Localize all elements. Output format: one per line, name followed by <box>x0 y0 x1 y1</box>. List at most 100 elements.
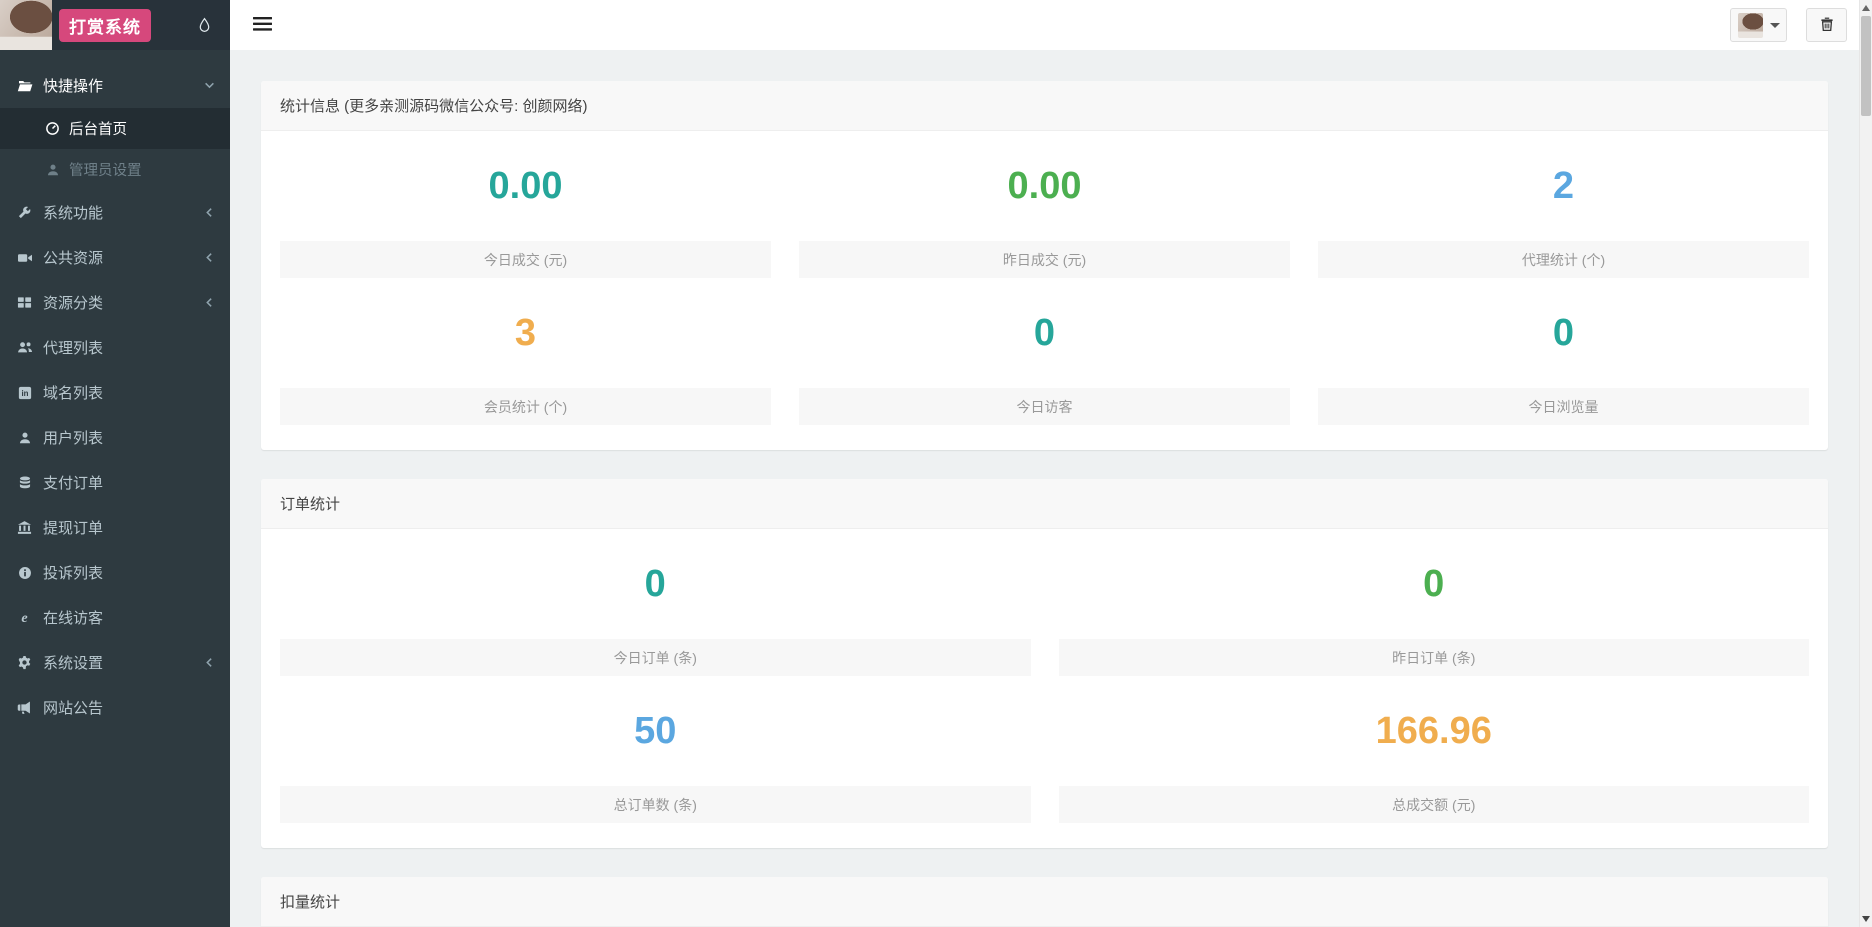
gear-icon <box>15 655 34 671</box>
stat-value: 3 <box>280 278 771 388</box>
sidebar-item-label: 管理员设置 <box>69 159 142 180</box>
sidebar-item-label: 用户列表 <box>43 427 103 448</box>
sidebar-item-online-visitors[interactable]: e 在线访客 <box>0 595 230 640</box>
user-menu-button[interactable] <box>1730 8 1787 42</box>
scroll-up-arrow[interactable] <box>1862 5 1870 11</box>
sidebar-item-label: 提现订单 <box>43 517 103 538</box>
sidebar-item-system-functions[interactable]: 系统功能 <box>0 190 230 235</box>
sidebar-item-payment-orders[interactable]: 支付订单 <box>0 460 230 505</box>
bank-icon <box>15 520 34 536</box>
stat-value: 0 <box>280 529 1031 639</box>
sidebar-item-label: 代理列表 <box>43 337 103 358</box>
stat-cell-agent-count: 2 代理统计 (个) <box>1318 131 1809 278</box>
vertical-scrollbar[interactable] <box>1859 0 1872 927</box>
order-statistics-card: 订单统计 0 今日订单 (条) 0 昨日订单 (条) 50 总订单数 (条) <box>261 479 1828 848</box>
sidebar-item-label: 在线访客 <box>43 607 103 628</box>
sidebar-item-withdrawal-orders[interactable]: 提现订单 <box>0 505 230 550</box>
order-statistics-grid: 0 今日订单 (条) 0 昨日订单 (条) 50 总订单数 (条) 166.96… <box>261 529 1828 848</box>
stat-value: 0 <box>1318 278 1809 388</box>
app-window: 打赏系统 快捷操作 后台首页 管理员设置 <box>0 0 1872 927</box>
sidebar-item-user-list[interactable]: 用户列表 <box>0 415 230 460</box>
sidebar-item-label: 公共资源 <box>43 247 103 268</box>
wrench-icon <box>15 205 34 221</box>
main-area: 统计信息 (更多亲测源码微信公众号: 创颜网络) 0.00 今日成交 (元) 0… <box>230 0 1859 927</box>
water-drop-icon[interactable] <box>198 17 211 34</box>
stat-label: 今日访客 <box>799 388 1290 425</box>
content-area: 统计信息 (更多亲测源码微信公众号: 创颜网络) 0.00 今日成交 (元) 0… <box>230 50 1859 927</box>
order-statistics-card-title: 订单统计 <box>261 479 1828 529</box>
chevron-left-icon <box>204 297 215 308</box>
stat-label: 总订单数 (条) <box>280 786 1031 823</box>
chevron-left-icon <box>204 657 215 668</box>
stat-cell-today-visitors: 0 今日访客 <box>799 278 1290 425</box>
stat-label: 昨日订单 (条) <box>1059 639 1810 676</box>
stat-value: 2 <box>1318 131 1809 241</box>
stat-label: 昨日成交 (元) <box>799 241 1290 278</box>
deduction-statistics-card-title: 扣量统计 <box>261 877 1828 927</box>
stat-label: 代理统计 (个) <box>1318 241 1809 278</box>
sidebar-item-label: 投诉列表 <box>43 562 103 583</box>
sidebar-item-public-resources[interactable]: 公共资源 <box>0 235 230 280</box>
sidebar-item-dashboard[interactable]: 后台首页 <box>0 108 230 149</box>
video-camera-icon <box>15 250 34 266</box>
statistics-card: 统计信息 (更多亲测源码微信公众号: 创颜网络) 0.00 今日成交 (元) 0… <box>261 81 1828 450</box>
sidebar-item-label: 系统功能 <box>43 202 103 223</box>
caret-down-icon <box>1770 23 1780 28</box>
sidebar-item-system-settings[interactable]: 系统设置 <box>0 640 230 685</box>
user-icon <box>44 162 61 178</box>
stat-label: 今日浏览量 <box>1318 388 1809 425</box>
sidebar-item-label: 快捷操作 <box>43 75 103 96</box>
sidebar-item-label: 网站公告 <box>43 697 103 718</box>
topbar-actions <box>1730 8 1847 42</box>
stat-label: 会员统计 (个) <box>280 388 771 425</box>
folder-open-icon <box>15 78 34 94</box>
user-avatar <box>1738 13 1763 38</box>
sidebar-toggle-button[interactable] <box>247 11 278 40</box>
sidebar-item-resource-categories[interactable]: 资源分类 <box>0 280 230 325</box>
sidebar-item-label: 支付订单 <box>43 472 103 493</box>
trash-button[interactable] <box>1806 8 1847 42</box>
sidebar-item-quick-actions[interactable]: 快捷操作 <box>0 63 230 108</box>
stat-value: 0.00 <box>799 131 1290 241</box>
stat-value: 0.00 <box>280 131 771 241</box>
statistics-card-title: 统计信息 (更多亲测源码微信公众号: 创颜网络) <box>261 81 1828 131</box>
stat-cell-yesterday-turnover: 0.00 昨日成交 (元) <box>799 131 1290 278</box>
stat-label: 今日订单 (条) <box>280 639 1031 676</box>
database-icon <box>15 475 34 491</box>
chevron-left-icon <box>204 207 215 218</box>
sidebar-item-label: 系统设置 <box>43 652 103 673</box>
sidebar-item-domain-list[interactable]: in 域名列表 <box>0 370 230 415</box>
info-circle-icon <box>15 565 34 581</box>
users-icon <box>15 340 34 356</box>
hamburger-icon <box>253 17 272 34</box>
stat-label: 总成交额 (元) <box>1059 786 1810 823</box>
scroll-down-arrow[interactable] <box>1862 916 1870 922</box>
deduction-statistics-card: 扣量统计 <box>261 877 1828 927</box>
sidebar-item-label: 后台首页 <box>69 118 127 139</box>
dashboard-icon <box>44 121 61 137</box>
sidebar-item-site-announcement[interactable]: 网站公告 <box>0 685 230 730</box>
sidebar-item-label: 资源分类 <box>43 292 103 313</box>
sidebar-item-complaint-list[interactable]: 投诉列表 <box>0 550 230 595</box>
user-icon <box>15 430 34 446</box>
stat-cell-total-turnover: 166.96 总成交额 (元) <box>1059 676 1810 823</box>
scrollbar-thumb[interactable] <box>1861 16 1871 116</box>
brand-avatar <box>0 0 52 50</box>
sidebar: 打赏系统 快捷操作 后台首页 管理员设置 <box>0 0 230 927</box>
stat-cell-yesterday-orders: 0 昨日订单 (条) <box>1059 529 1810 676</box>
brand-title: 打赏系统 <box>59 9 151 42</box>
stat-value: 0 <box>799 278 1290 388</box>
domain-in-icon: in <box>15 385 34 401</box>
sidebar-item-agent-list[interactable]: 代理列表 <box>0 325 230 370</box>
sidebar-item-admin-settings[interactable]: 管理员设置 <box>0 149 230 190</box>
stat-label: 今日成交 (元) <box>280 241 771 278</box>
svg-text:e: e <box>21 610 27 625</box>
trash-icon <box>1819 16 1835 35</box>
browser-e-icon: e <box>15 610 34 626</box>
chevron-left-icon <box>204 252 215 263</box>
svg-text:in: in <box>21 389 28 398</box>
stat-value: 166.96 <box>1059 676 1810 786</box>
logo-bar: 打赏系统 <box>0 0 230 50</box>
stat-cell-member-count: 3 会员统计 (个) <box>280 278 771 425</box>
stat-cell-today-pageviews: 0 今日浏览量 <box>1318 278 1809 425</box>
